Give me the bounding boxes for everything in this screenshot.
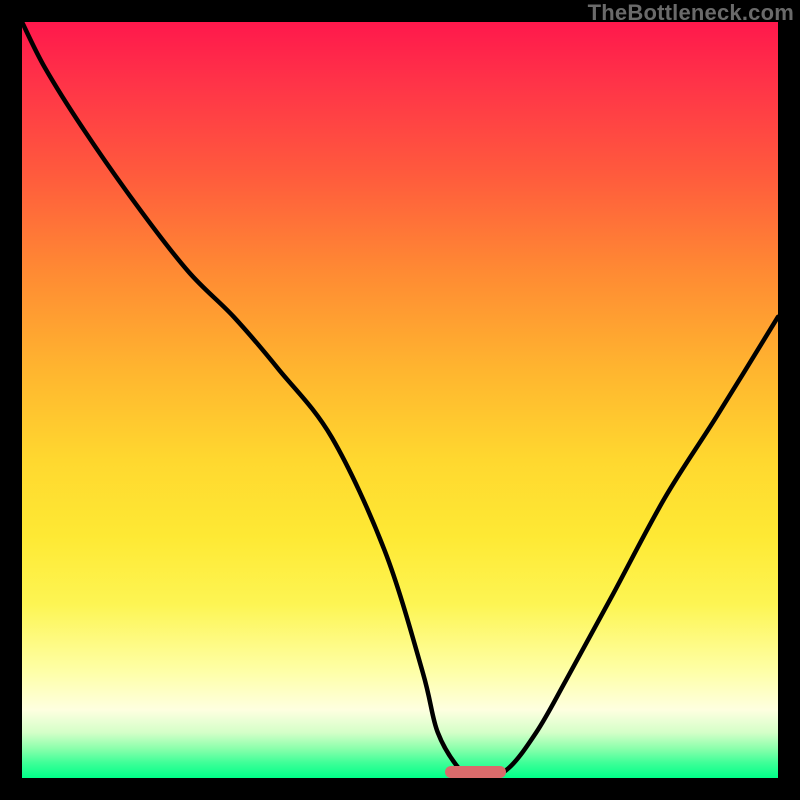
chart-plot-area [22,22,778,778]
bottleneck-curve [22,22,778,778]
watermark-text: TheBottleneck.com [588,0,794,26]
optimal-range-marker [445,766,505,778]
chart-frame: TheBottleneck.com [0,0,800,800]
